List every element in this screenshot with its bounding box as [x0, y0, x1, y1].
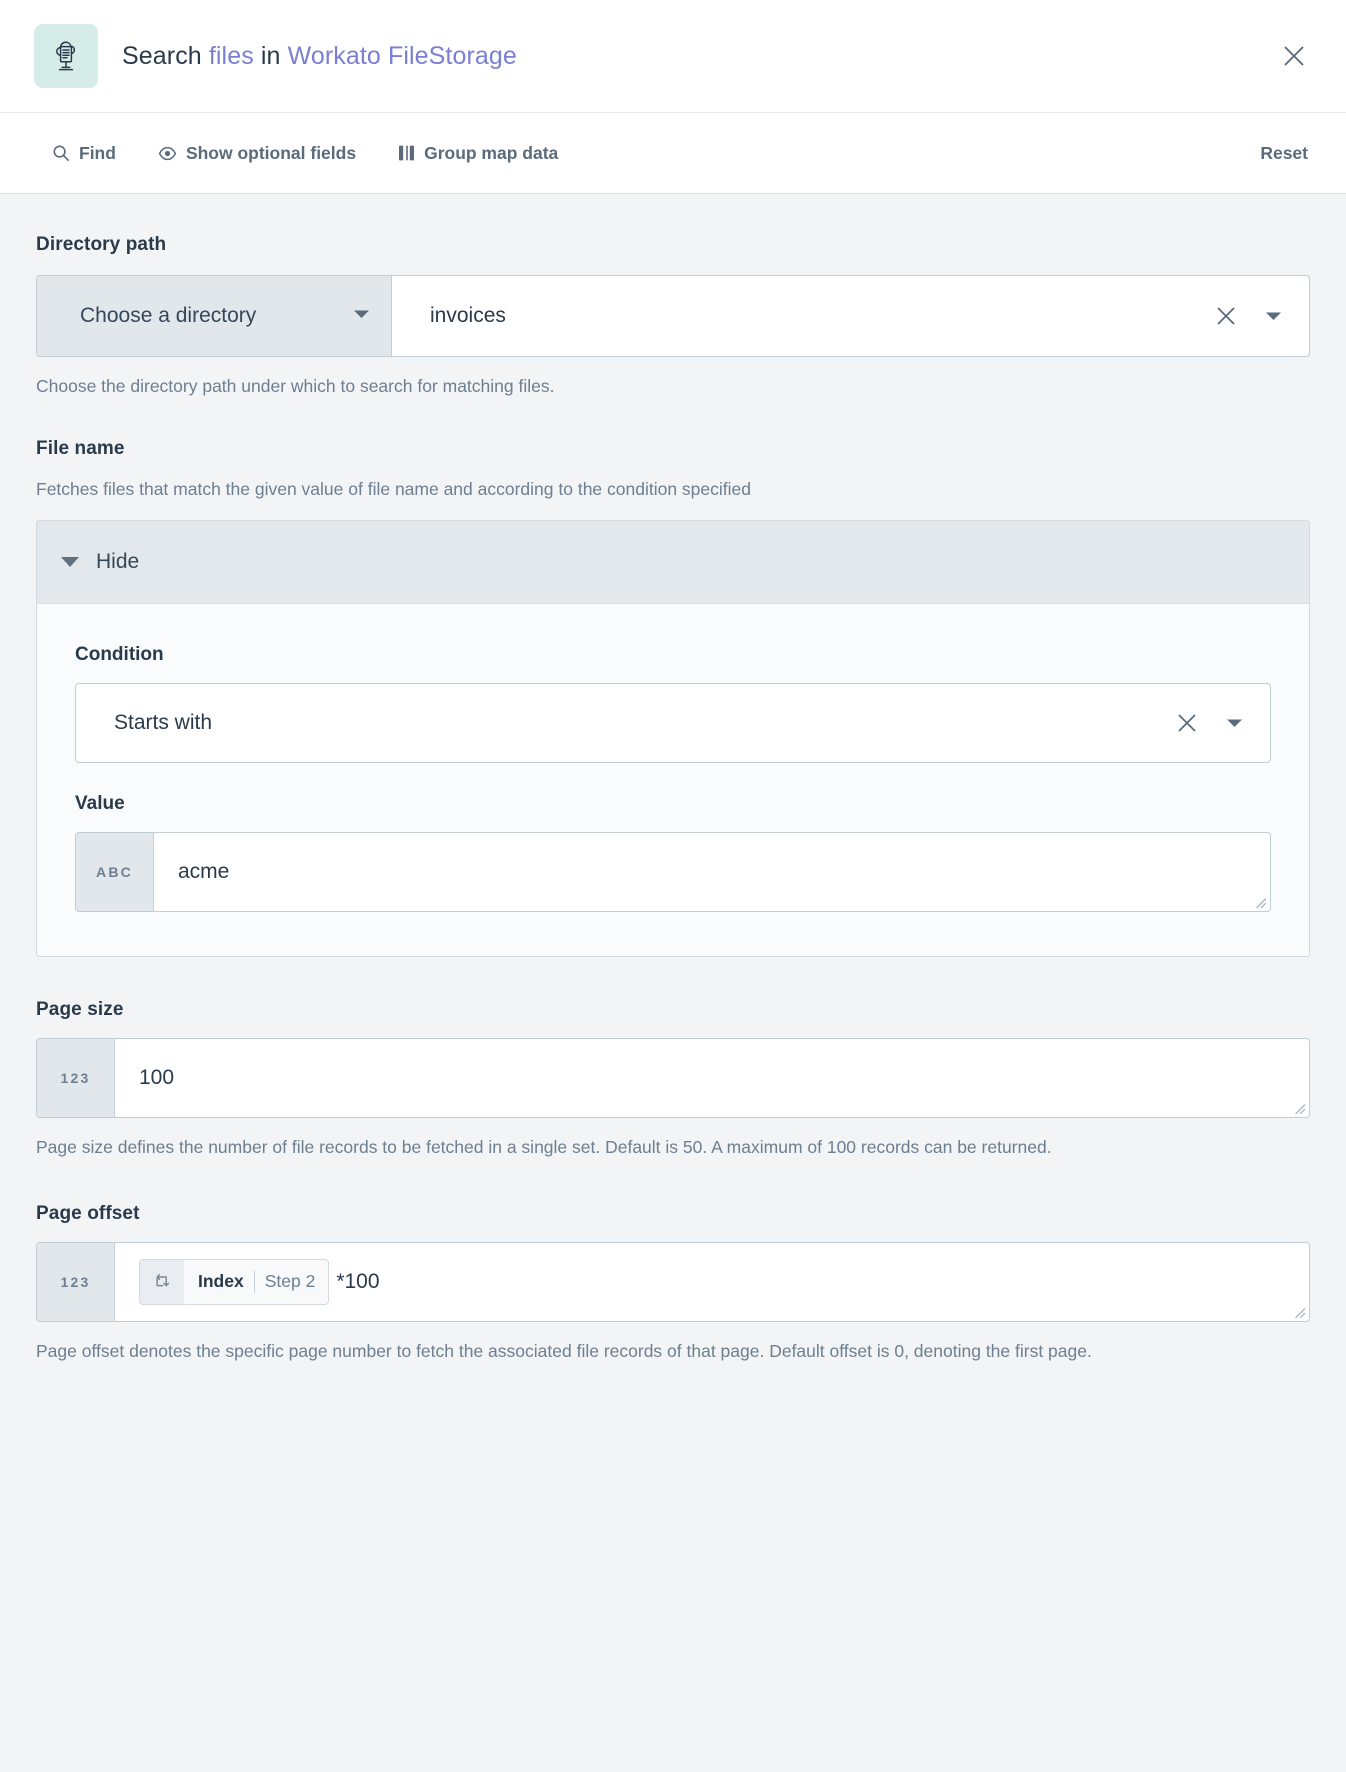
directory-path-row: Choose a directory invoices: [36, 275, 1310, 357]
title-link-files[interactable]: files: [209, 42, 254, 70]
page-size-label: Page size: [36, 998, 124, 1020]
dialog-body: Directory path Choose a directory invoic…: [0, 194, 1346, 1772]
section-page-size: Page size 123 100 Page size defines the …: [36, 957, 1310, 1161]
type-badge-123: 123: [37, 1242, 115, 1321]
file-name-toggle-label: Hide: [96, 549, 140, 573]
section-page-offset: Page offset 123 Index Step 2 *100 Page o…: [36, 1161, 1310, 1365]
chevron-down-icon[interactable]: [1264, 310, 1283, 322]
condition-value: Starts with: [114, 710, 213, 734]
dialog-title: Search files in Workato FileStorage: [122, 42, 517, 71]
value-label: Value: [75, 792, 125, 814]
section-file-name: File name Fetches files that match the g…: [36, 400, 1310, 957]
dialog-header: Search files in Workato FileStorage: [0, 0, 1346, 113]
repeat-loop-icon: [140, 1259, 184, 1304]
find-label: Find: [79, 142, 116, 163]
datapill-text: Index Step 2: [184, 1270, 328, 1293]
file-name-toggle[interactable]: Hide: [37, 520, 1309, 604]
directory-select-value: Choose a directory: [80, 304, 257, 327]
group-map-data-icon: [398, 144, 415, 162]
caret-glyph: [354, 310, 369, 318]
show-optional-fields-label: Show optional fields: [185, 142, 357, 163]
page-size-description: Page size defines the number of file rec…: [36, 1136, 1052, 1157]
close-button[interactable]: [1272, 34, 1316, 78]
filestorage-app-icon: [34, 24, 98, 88]
file-name-panel: Condition Starts with Value ABC acme: [37, 604, 1309, 956]
page-offset-description: Page offset denotes the specific page nu…: [36, 1340, 1092, 1361]
directory-input-actions: [1214, 304, 1283, 328]
section-directory-path: Directory path Choose a directory invoic…: [36, 194, 1310, 400]
dialog-toolbar: Find Show optional fields Group map data: [0, 113, 1346, 194]
clear-icon[interactable]: [1175, 711, 1199, 735]
caret-down-icon: [61, 556, 79, 567]
action-config-dialog: Search files in Workato FileStorage Find: [0, 0, 1346, 1772]
datapill-step: Step 2: [264, 1271, 316, 1292]
show-optional-fields-button[interactable]: Show optional fields: [158, 143, 356, 164]
value-input-text: acme: [178, 859, 230, 883]
directory-path-label: Directory path: [36, 234, 167, 255]
page-offset-input[interactable]: 123 Index Step 2 *100: [36, 1241, 1310, 1322]
title-link-connection[interactable]: Workato FileStorage: [288, 42, 517, 70]
group-map-data-label: Group map data: [424, 142, 559, 163]
type-badge-123: 123: [37, 1038, 115, 1117]
page-size-input[interactable]: 123 100: [36, 1037, 1310, 1118]
condition-input[interactable]: Starts with: [75, 682, 1271, 763]
clear-icon[interactable]: [1214, 304, 1238, 328]
close-icon: [1284, 46, 1304, 66]
chevron-down-icon[interactable]: [1225, 717, 1244, 729]
type-badge-abc: ABC: [76, 832, 154, 911]
datapill-name: Index: [198, 1271, 244, 1292]
condition-label: Condition: [75, 643, 164, 665]
datapill-index[interactable]: Index Step 2: [139, 1258, 330, 1305]
panel-spacer: [75, 763, 1271, 793]
condition-input-actions: [1175, 711, 1244, 735]
title-prefix: Search: [122, 41, 209, 70]
page-offset-label: Page offset: [36, 1202, 140, 1224]
datapill-separator: [253, 1270, 255, 1293]
page-size-value: 100: [139, 1065, 175, 1089]
chevron-down-icon: [352, 307, 371, 325]
page-offset-content: Index Step 2 *100: [115, 1243, 1309, 1321]
search-icon: [52, 144, 70, 162]
directory-select[interactable]: Choose a directory: [36, 275, 392, 357]
find-button[interactable]: Find: [52, 143, 116, 164]
eye-icon: [158, 144, 177, 163]
value-input[interactable]: ABC acme: [75, 831, 1271, 912]
title-mid: in: [253, 41, 288, 70]
reset-button[interactable]: Reset: [1260, 143, 1312, 164]
page-offset-expression: *100: [336, 1269, 380, 1293]
file-name-collapsible: Hide Condition Starts with Value ABC acm…: [36, 519, 1310, 957]
directory-value-input[interactable]: invoices: [392, 275, 1310, 357]
file-name-label: File name: [36, 437, 125, 459]
group-map-data-button[interactable]: Group map data: [398, 143, 558, 164]
directory-value-text: invoices: [430, 304, 506, 327]
directory-path-description: Choose the directory path under which to…: [36, 376, 555, 396]
bar-columns-icon: [399, 145, 415, 161]
file-name-description: Fetches files that match the given value…: [36, 478, 752, 499]
